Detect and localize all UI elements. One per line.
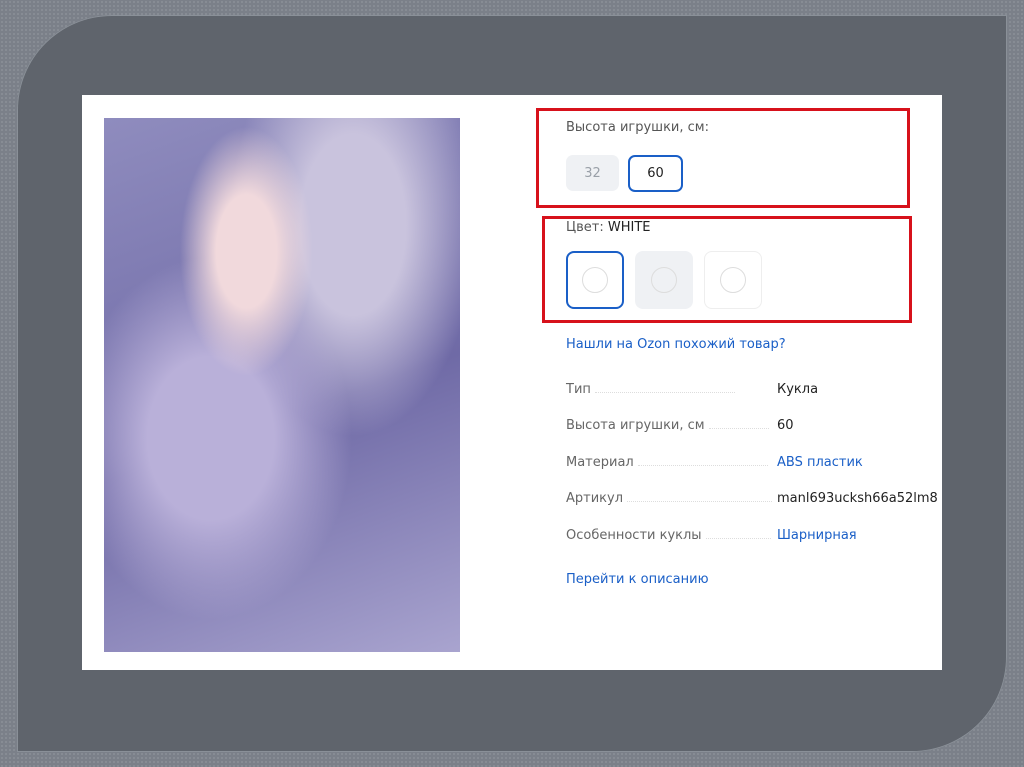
height-option-32[interactable]: 32 <box>566 155 619 191</box>
dotted-leader <box>627 501 773 502</box>
dotted-leader <box>705 538 771 539</box>
spec-row: Материал ABS пластик <box>566 455 936 470</box>
spec-value: 60 <box>777 418 794 433</box>
color-value: WHITE <box>607 220 651 235</box>
color-swatch-3[interactable] <box>704 251 762 309</box>
spec-key: Особенности куклы <box>566 528 702 543</box>
go-to-description-link[interactable]: Перейти к описанию <box>566 572 709 587</box>
dotted-leader <box>594 392 735 393</box>
spec-value: manl693ucksh66a52lm8 <box>777 491 938 506</box>
height-label: Высота игрушки, см: <box>566 120 709 135</box>
spec-key: Высота игрушки, см <box>566 418 705 433</box>
color-label: Цвет: WHITE <box>566 220 651 235</box>
spec-value-link[interactable]: ABS пластик <box>777 455 863 470</box>
spec-value: Кукла <box>777 382 819 397</box>
color-swatch-2[interactable] <box>635 251 693 309</box>
spec-key: Артикул <box>566 491 624 506</box>
product-options: Высота игрушки, см: 32 60 Цвет: WHITE На… <box>536 95 942 670</box>
product-screenshot: Высота игрушки, см: 32 60 Цвет: WHITE На… <box>82 95 942 670</box>
spec-row: Высота игрушки, см 60 <box>566 418 936 433</box>
color-swatch-1[interactable] <box>566 251 624 309</box>
product-photo[interactable] <box>104 118 460 652</box>
dotted-leader <box>637 465 768 466</box>
similar-product-link[interactable]: Нашли на Ozon похожий товар? <box>566 337 786 352</box>
spec-row: Особенности куклы Шарнирная <box>566 528 936 543</box>
dotted-leader <box>708 428 769 429</box>
spec-row: Тип Кукла <box>566 382 936 397</box>
height-option-60[interactable]: 60 <box>628 155 683 192</box>
spec-key: Материал <box>566 455 634 470</box>
spec-row: Артикул manl693ucksh66a52lm8 <box>566 491 938 506</box>
spec-key: Тип <box>566 382 591 397</box>
spec-value-link[interactable]: Шарнирная <box>777 528 857 543</box>
